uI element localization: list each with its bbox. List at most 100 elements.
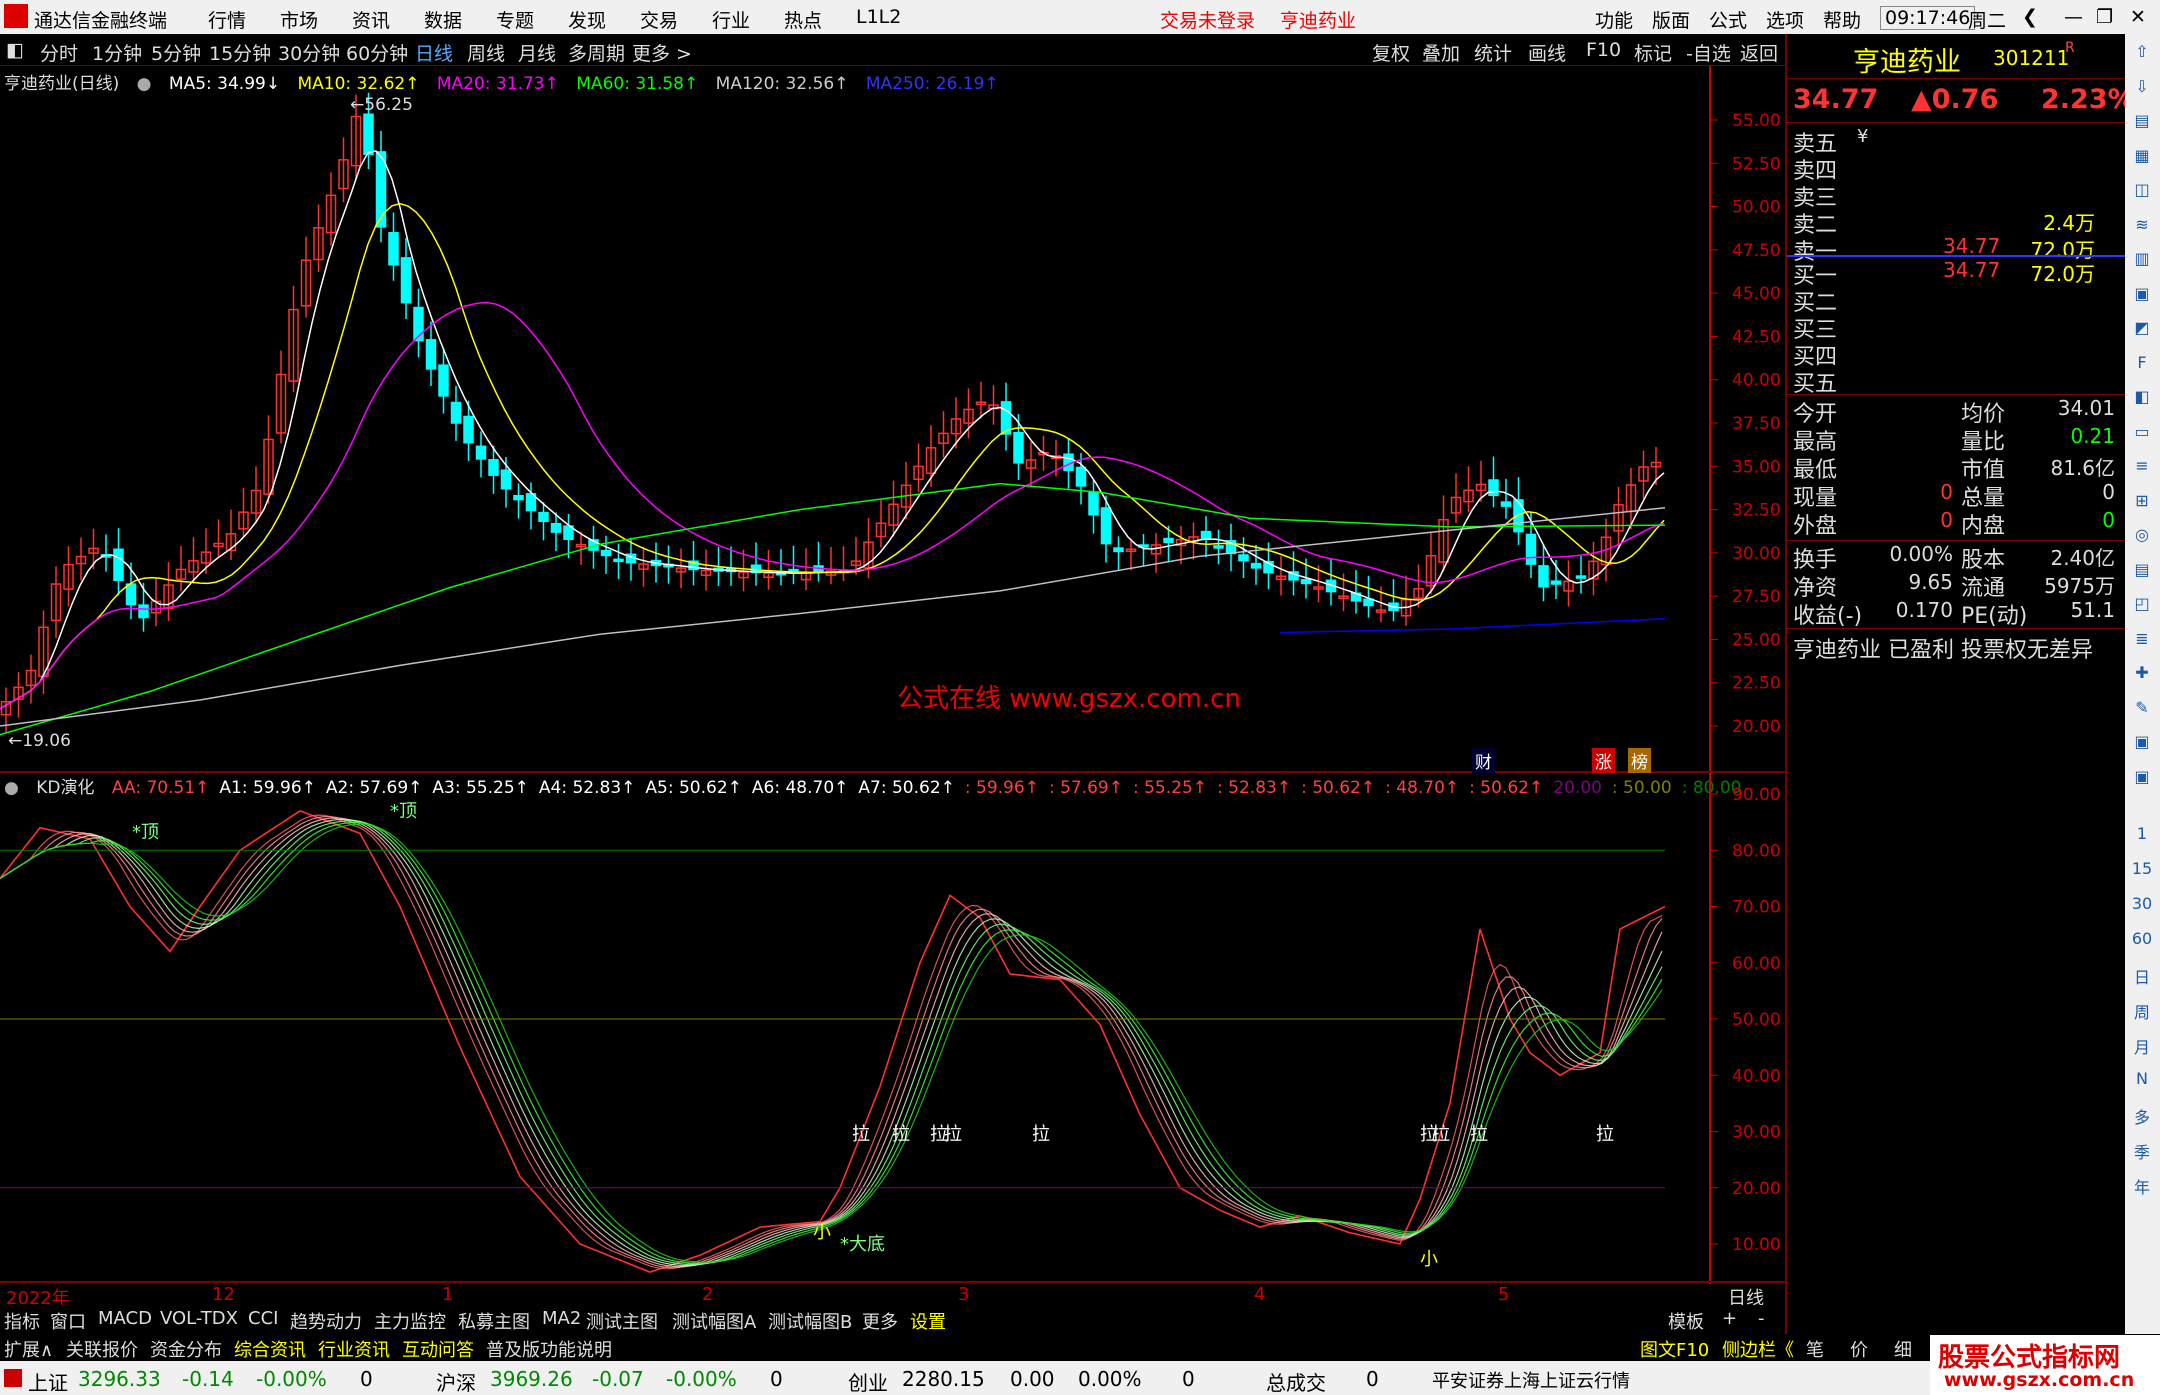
action-f10[interactable]: F10	[1586, 39, 1621, 61]
action-huaxian[interactable]: 画线	[1528, 39, 1566, 66]
tab-expand[interactable]: 扩展∧	[4, 1336, 53, 1362]
menu-bangzhu[interactable]: 帮助	[1823, 6, 1861, 33]
side-period-1[interactable]: 15	[2131, 859, 2153, 881]
side-tool-10-icon[interactable]: ◧	[2131, 387, 2153, 409]
panel-toggle-icon[interactable]: ◧	[6, 39, 24, 61]
side-tool-7-icon[interactable]: ▣	[2131, 284, 2153, 306]
tab-bi[interactable]: 笔	[1806, 1336, 1824, 1362]
action-zixuan[interactable]: -自选	[1686, 39, 1731, 66]
sell-row-0[interactable]: 卖五 ¥	[1793, 126, 2123, 157]
tab-chuangkou[interactable]: 窗口	[50, 1308, 86, 1334]
menu-shichang[interactable]: 市场	[280, 6, 318, 33]
side-period-7[interactable]: N	[2131, 1069, 2153, 1091]
side-period-10[interactable]: 年	[2131, 1174, 2153, 1197]
period-60min[interactable]: 60分钟	[346, 39, 408, 66]
tab-hangye-zixun[interactable]: 行业资讯	[318, 1336, 390, 1362]
buy-row-1[interactable]: 买二	[1793, 285, 2123, 316]
side-tool-1-icon[interactable]: ⇩	[2131, 77, 2153, 99]
tab-cci[interactable]: CCI	[248, 1308, 278, 1329]
tab-zonghe[interactable]: 综合资讯	[234, 1336, 306, 1362]
tab-zhuli[interactable]: 主力监控	[374, 1308, 446, 1334]
login-status[interactable]: 交易未登录	[1160, 6, 1255, 33]
side-tool-9-icon[interactable]: F	[2131, 353, 2153, 375]
tab-guanlian[interactable]: 关联报价	[66, 1336, 138, 1362]
buy-row-4[interactable]: 买五	[1793, 366, 2123, 397]
menu-hangqing[interactable]: 行情	[208, 6, 246, 33]
tab-vol-tdx[interactable]: VOL-TDX	[160, 1308, 238, 1329]
template-button[interactable]: 模板	[1668, 1308, 1704, 1334]
close-icon[interactable]: ✕	[2130, 6, 2146, 28]
side-tool-3-icon[interactable]: ▦	[2131, 146, 2153, 168]
tab-xi[interactable]: 细	[1894, 1336, 1912, 1362]
minimize-icon[interactable]: —	[2064, 6, 2083, 28]
side-tool-18-icon[interactable]: ✚	[2131, 663, 2153, 685]
side-tool-15-icon[interactable]: ▤	[2131, 560, 2153, 582]
action-tongji[interactable]: 统计	[1474, 39, 1512, 66]
side-tool-0-icon[interactable]: ⇧	[2131, 42, 2153, 64]
buy-row-0[interactable]: 买一 34.77 72.0万	[1793, 258, 2123, 289]
side-tool-16-icon[interactable]: ◰	[2131, 594, 2153, 616]
tab-zijin[interactable]: 资金分布	[150, 1336, 222, 1362]
side-tool-6-icon[interactable]: ▥	[2131, 249, 2153, 271]
tab-macd[interactable]: MACD	[98, 1308, 152, 1329]
side-period-3[interactable]: 60	[2131, 929, 2153, 951]
sell-row-2[interactable]: 卖三	[1793, 180, 2123, 211]
period-week[interactable]: 周线	[467, 39, 505, 66]
index-hs-name[interactable]: 沪深	[436, 1367, 476, 1395]
side-period-4[interactable]: 日	[2131, 964, 2153, 987]
side-tool-12-icon[interactable]: ≡	[2131, 456, 2153, 478]
tab-jia[interactable]: 价	[1850, 1336, 1868, 1362]
menu-gongneng[interactable]: 功能	[1595, 6, 1633, 33]
action-biaoji[interactable]: 标记	[1634, 39, 1672, 66]
menu-jiaoyi[interactable]: 交易	[640, 6, 678, 33]
marker-bang[interactable]: 榜	[1628, 748, 1651, 773]
side-tool-4-icon[interactable]: ◫	[2131, 180, 2153, 202]
period-month[interactable]: 月线	[518, 39, 556, 66]
menu-banmian[interactable]: 版面	[1652, 6, 1690, 33]
period-multi[interactable]: 多周期	[568, 39, 625, 66]
buy-row-3[interactable]: 买四	[1793, 339, 2123, 370]
side-tool-13-icon[interactable]: ⊞	[2131, 491, 2153, 513]
side-tool-17-icon[interactable]: ≣	[2131, 629, 2153, 651]
period-fenshi[interactable]: 分时	[40, 39, 78, 66]
side-period-8[interactable]: 多	[2131, 1104, 2153, 1127]
tab-ceshi-a[interactable]: 测试幅图A	[672, 1308, 756, 1334]
period-30min[interactable]: 30分钟	[278, 39, 340, 66]
tab-puji[interactable]: 普及版功能说明	[486, 1336, 612, 1362]
tab-ceshi-zhu[interactable]: 测试主图	[586, 1308, 658, 1334]
tab-ceshi-b[interactable]: 测试幅图B	[768, 1308, 852, 1334]
menu-gongshi[interactable]: 公式	[1709, 6, 1747, 33]
menu-hangye[interactable]: 行业	[712, 6, 750, 33]
restore-icon[interactable]: ❐	[2096, 6, 2113, 28]
marker-cai[interactable]: 财	[1472, 748, 1495, 773]
menu-faxian[interactable]: 发现	[568, 6, 606, 33]
tab-ma2[interactable]: MA2	[542, 1308, 581, 1329]
side-tool-8-icon[interactable]: ◩	[2131, 318, 2153, 340]
tab-qushi[interactable]: 趋势动力	[290, 1308, 362, 1334]
side-period-5[interactable]: 周	[2131, 999, 2153, 1022]
menu-zhuanti[interactable]: 专题	[496, 6, 534, 33]
tab-shezhi[interactable]: 设置	[910, 1308, 946, 1334]
index-cy-name[interactable]: 创业	[848, 1367, 888, 1395]
side-tool-21-icon[interactable]: ▣	[2131, 767, 2153, 789]
menu-zixun[interactable]: 资讯	[352, 6, 390, 33]
menu-redian[interactable]: 热点	[784, 6, 822, 33]
period-day[interactable]: 日线	[415, 39, 453, 66]
tab-zhibiao[interactable]: 指标	[4, 1308, 40, 1334]
tab-simu[interactable]: 私募主图	[458, 1308, 530, 1334]
action-diejia[interactable]: 叠加	[1422, 39, 1460, 66]
period-1min[interactable]: 1分钟	[92, 39, 142, 66]
side-period-0[interactable]: 1	[2131, 824, 2153, 846]
back-icon[interactable]: ❮	[2022, 6, 2038, 28]
tab-tuwen-f10[interactable]: 图文F10	[1640, 1336, 1709, 1362]
stock-news[interactable]: 亨迪药业 已盈利 投票权无差异	[1793, 632, 2093, 664]
menu-shuju[interactable]: 数据	[424, 6, 462, 33]
sell-row-3[interactable]: 卖二 2.4万	[1793, 207, 2123, 238]
index-sh-name[interactable]: 上证	[28, 1367, 68, 1395]
side-tool-20-icon[interactable]: ▣	[2131, 732, 2153, 754]
tab-hudong[interactable]: 互动问答	[402, 1336, 474, 1362]
side-tool-19-icon[interactable]: ✎	[2131, 698, 2153, 720]
action-fanhui[interactable]: 返回	[1740, 39, 1778, 66]
side-period-6[interactable]: 月	[2131, 1034, 2153, 1057]
period-15min[interactable]: 15分钟	[209, 39, 271, 66]
